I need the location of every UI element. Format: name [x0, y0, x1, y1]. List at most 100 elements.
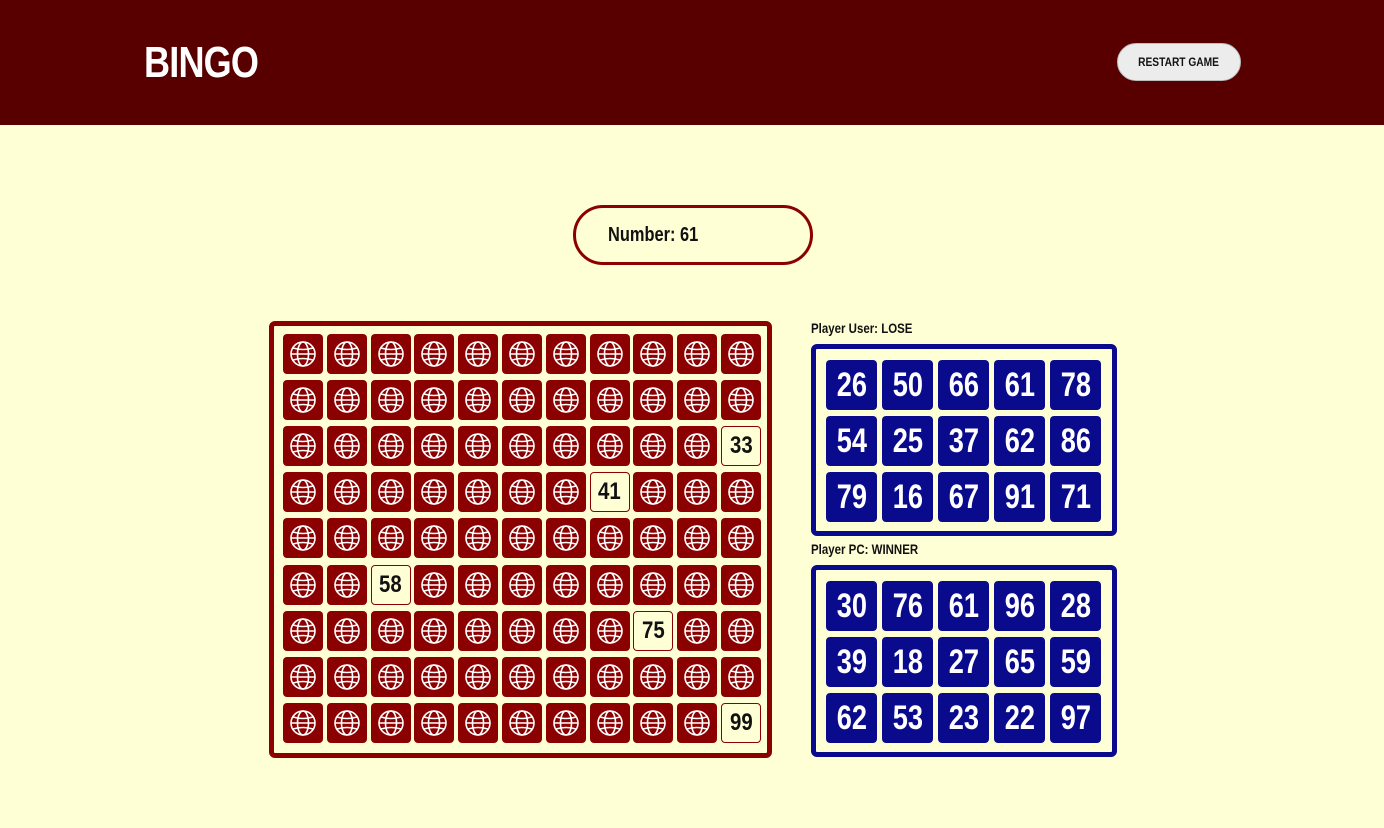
board-cell-hidden[interactable] [677, 564, 718, 605]
board-cell-hidden[interactable] [370, 518, 411, 559]
board-cell-revealed[interactable]: 41 [589, 472, 630, 513]
board-cell-hidden[interactable] [633, 518, 674, 559]
board-cell-hidden[interactable] [677, 334, 718, 374]
board-cell-hidden[interactable] [283, 518, 323, 559]
board-cell-hidden[interactable] [633, 472, 674, 513]
board-cell-hidden[interactable] [370, 380, 411, 421]
board-cell-hidden[interactable] [458, 518, 499, 559]
board-cell-hidden[interactable] [589, 380, 630, 421]
board-cell-hidden[interactable] [545, 472, 586, 513]
board-cell-hidden[interactable] [326, 564, 367, 605]
board-cell-hidden[interactable] [721, 564, 761, 605]
board-cell-hidden[interactable] [721, 334, 761, 374]
board-cell-hidden[interactable] [502, 656, 542, 697]
board-cell-hidden[interactable] [677, 472, 718, 513]
board-cell-hidden[interactable] [502, 426, 542, 467]
board-cell-hidden[interactable] [414, 518, 455, 559]
board-cell-hidden[interactable] [589, 426, 630, 467]
board-cell-hidden[interactable] [677, 656, 718, 697]
board-cell-hidden[interactable] [326, 610, 367, 651]
board-cell-hidden[interactable] [633, 702, 674, 743]
board-cell-hidden[interactable] [502, 564, 542, 605]
board-cell-hidden[interactable] [458, 334, 499, 374]
board-cell-hidden[interactable] [721, 472, 761, 513]
board-cell-hidden[interactable] [458, 702, 499, 743]
board-cell-hidden[interactable] [414, 380, 455, 421]
board-cell-hidden[interactable] [283, 380, 323, 421]
board-cell-hidden[interactable] [370, 702, 411, 743]
restart-game-button[interactable]: RESTART GAME [1117, 43, 1241, 81]
board-cell-hidden[interactable] [633, 334, 674, 374]
board-cell-hidden[interactable] [370, 472, 411, 513]
board-cell-hidden[interactable] [283, 564, 323, 605]
board-cell-hidden[interactable] [677, 610, 718, 651]
board-cell-hidden[interactable] [414, 610, 455, 651]
board-cell-hidden[interactable] [283, 426, 323, 467]
board-cell-hidden[interactable] [458, 380, 499, 421]
board-cell-hidden[interactable] [677, 426, 718, 467]
board-cell-hidden[interactable] [589, 564, 630, 605]
board-cell-hidden[interactable] [545, 610, 586, 651]
board-cell-hidden[interactable] [326, 656, 367, 697]
board-cell-hidden[interactable] [502, 380, 542, 421]
board-cell-hidden[interactable] [721, 610, 761, 651]
board-cell-hidden[interactable] [370, 610, 411, 651]
board-cell-revealed[interactable]: 75 [633, 610, 674, 651]
board-cell-hidden[interactable] [589, 610, 630, 651]
board-cell-hidden[interactable] [283, 610, 323, 651]
board-cell-hidden[interactable] [633, 656, 674, 697]
board-cell-hidden[interactable] [545, 656, 586, 697]
board-cell-hidden[interactable] [414, 334, 455, 374]
board-cell-hidden[interactable] [502, 610, 542, 651]
board-cell-hidden[interactable] [414, 564, 455, 605]
board-cell-hidden[interactable] [633, 564, 674, 605]
board-cell-hidden[interactable] [545, 564, 586, 605]
board-cell-hidden[interactable] [326, 380, 367, 421]
board-cell-hidden[interactable] [414, 656, 455, 697]
board-cell-hidden[interactable] [458, 610, 499, 651]
board-cell-hidden[interactable] [677, 702, 718, 743]
board-cell-hidden[interactable] [283, 334, 323, 374]
board-cell-hidden[interactable] [370, 656, 411, 697]
board-cell-hidden[interactable] [633, 426, 674, 467]
board-cell-hidden[interactable] [545, 334, 586, 374]
board-cell-hidden[interactable] [589, 656, 630, 697]
board-cell-hidden[interactable] [458, 472, 499, 513]
board-cell-hidden[interactable] [414, 472, 455, 513]
board-cell-hidden[interactable] [721, 380, 761, 421]
board-cell-hidden[interactable] [283, 472, 323, 513]
board-cell-hidden[interactable] [502, 472, 542, 513]
board-cell-revealed[interactable]: 58 [370, 564, 411, 605]
board-cell-hidden[interactable] [283, 656, 323, 697]
board-cell-hidden[interactable] [283, 702, 323, 743]
board-cell-hidden[interactable] [326, 518, 367, 559]
board-cell-hidden[interactable] [502, 334, 542, 374]
board-cell-hidden[interactable] [545, 702, 586, 743]
board-cell-hidden[interactable] [589, 334, 630, 374]
board-cell-hidden[interactable] [370, 426, 411, 467]
board-cell-hidden[interactable] [326, 702, 367, 743]
board-cell-hidden[interactable] [545, 518, 586, 559]
board-cell-hidden[interactable] [677, 518, 718, 559]
board-cell-hidden[interactable] [545, 426, 586, 467]
board-cell-hidden[interactable] [326, 426, 367, 467]
board-cell-hidden[interactable] [589, 518, 630, 559]
board-cell-revealed[interactable]: 99 [721, 702, 761, 743]
board-cell-hidden[interactable] [370, 334, 411, 374]
board-cell-hidden[interactable] [458, 564, 499, 605]
board-cell-hidden[interactable] [633, 380, 674, 421]
board-cell-revealed[interactable]: 33 [721, 426, 761, 467]
board-cell-hidden[interactable] [545, 380, 586, 421]
board-cell-hidden[interactable] [502, 518, 542, 559]
board-cell-hidden[interactable] [502, 702, 542, 743]
board-cell-hidden[interactable] [326, 334, 367, 374]
board-cell-hidden[interactable] [677, 380, 718, 421]
board-cell-hidden[interactable] [414, 426, 455, 467]
board-cell-hidden[interactable] [326, 472, 367, 513]
board-cell-hidden[interactable] [414, 702, 455, 743]
board-cell-hidden[interactable] [589, 702, 630, 743]
board-cell-hidden[interactable] [458, 656, 499, 697]
board-cell-hidden[interactable] [458, 426, 499, 467]
board-cell-hidden[interactable] [721, 518, 761, 559]
board-cell-hidden[interactable] [721, 656, 761, 697]
